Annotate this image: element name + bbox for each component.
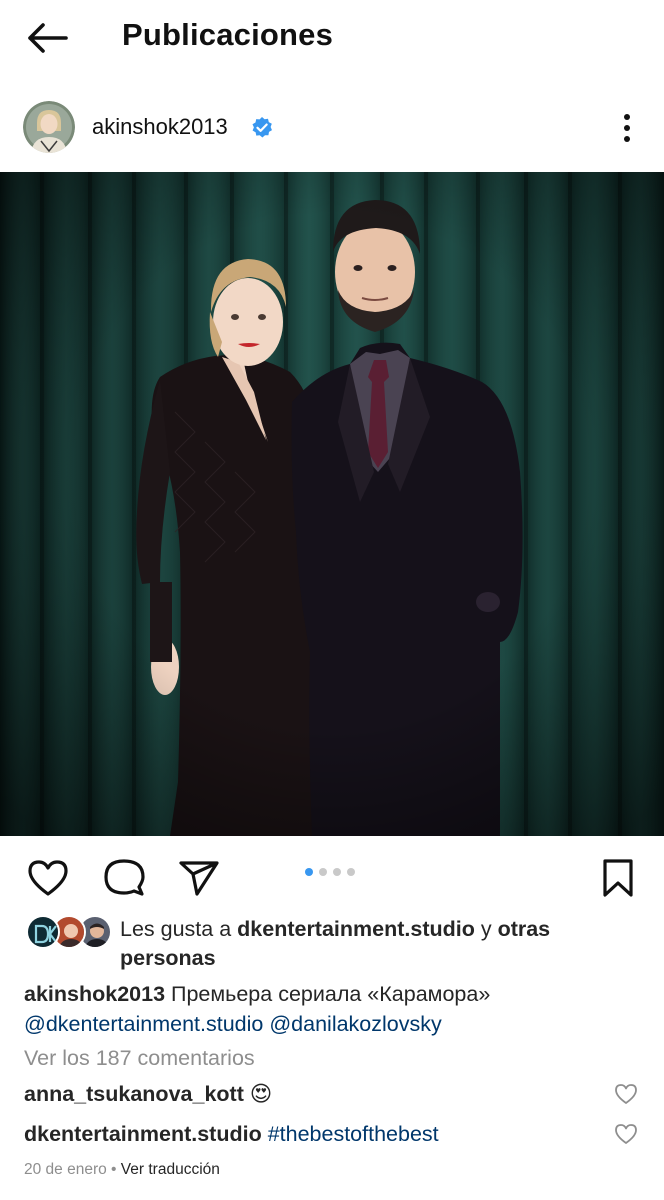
bookmark-outline-icon bbox=[603, 859, 633, 897]
comment-bubble-icon bbox=[104, 859, 145, 896]
arrow-left-icon bbox=[28, 23, 68, 53]
post-image bbox=[0, 172, 664, 836]
view-all-comments-link[interactable]: Ver los 187 comentarios bbox=[24, 1046, 255, 1071]
comment-hashtag[interactable]: #thebestofthebest bbox=[268, 1122, 439, 1146]
likes-summary: Les gusta a dkentertainment.studio y otr… bbox=[120, 915, 640, 973]
share-button[interactable] bbox=[175, 854, 223, 902]
likes-prefix: Les gusta a bbox=[120, 917, 238, 941]
back-button[interactable] bbox=[22, 14, 72, 62]
avatar[interactable] bbox=[23, 101, 75, 153]
top-bar: Publicaciones bbox=[0, 0, 664, 78]
page-title: Publicaciones bbox=[122, 17, 334, 52]
caption-mention[interactable]: @danilakozlovsky bbox=[269, 1012, 441, 1036]
post-username[interactable]: akinshok2013 bbox=[92, 114, 228, 140]
comment-username[interactable]: anna_tsukanova_kott bbox=[24, 1082, 244, 1106]
more-options-button[interactable] bbox=[608, 108, 646, 148]
comment-like-button[interactable] bbox=[614, 1083, 638, 1107]
send-icon bbox=[179, 861, 219, 896]
heart-outline-icon bbox=[615, 1124, 637, 1144]
post-meta: 20 de enero • Ver traducción bbox=[24, 1161, 220, 1179]
liker-avatar-dk-logo bbox=[26, 915, 60, 949]
comment-button[interactable] bbox=[100, 854, 148, 902]
like-button[interactable] bbox=[24, 854, 72, 902]
comment-body: anna_tsukanova_kott 😍 bbox=[24, 1079, 664, 1109]
heart-outline-icon bbox=[28, 860, 68, 896]
carousel-dot bbox=[333, 868, 341, 876]
comment-row: anna_tsukanova_kott 😍 bbox=[24, 1079, 664, 1111]
liker-username[interactable]: dkentertainment.studio bbox=[237, 917, 475, 941]
post-date: 20 de enero bbox=[24, 1161, 107, 1178]
post-caption: akinshok2013 Премьера сериала «Карамора»… bbox=[24, 979, 644, 1039]
verified-badge-icon bbox=[250, 116, 274, 140]
likes-row[interactable]: Les gusta a dkentertainment.studio y otr… bbox=[0, 912, 664, 974]
caption-username[interactable]: akinshok2013 bbox=[24, 982, 165, 1006]
heart-outline-icon bbox=[615, 1084, 637, 1104]
meta-separator: • bbox=[106, 1161, 121, 1178]
carousel-dot bbox=[319, 868, 327, 876]
avatar-photo bbox=[23, 101, 75, 153]
likes-middle: y bbox=[474, 917, 498, 941]
comment-body: dkentertainment.studio #thebestofthebest bbox=[24, 1119, 664, 1149]
carousel-dot-active bbox=[305, 868, 313, 876]
post-photo[interactable] bbox=[0, 172, 664, 836]
post-actions bbox=[0, 848, 664, 904]
comment-like-button[interactable] bbox=[614, 1123, 638, 1147]
caption-mention[interactable]: @dkentertainment.studio bbox=[24, 1012, 263, 1036]
carousel-indicator bbox=[305, 868, 355, 876]
comment-username[interactable]: dkentertainment.studio bbox=[24, 1122, 262, 1146]
carousel-dot bbox=[347, 868, 355, 876]
liker-avatars bbox=[26, 915, 112, 951]
save-button[interactable] bbox=[594, 854, 642, 902]
post-header: akinshok2013 bbox=[0, 98, 664, 158]
see-translation-link[interactable]: Ver traducción bbox=[121, 1161, 220, 1178]
comment-row: dkentertainment.studio #thebestofthebest bbox=[24, 1119, 664, 1151]
caption-text: Премьера сериала «Карамора» bbox=[165, 982, 491, 1006]
comment-text: 😍 bbox=[243, 1082, 273, 1106]
more-vertical-icon bbox=[624, 114, 630, 142]
